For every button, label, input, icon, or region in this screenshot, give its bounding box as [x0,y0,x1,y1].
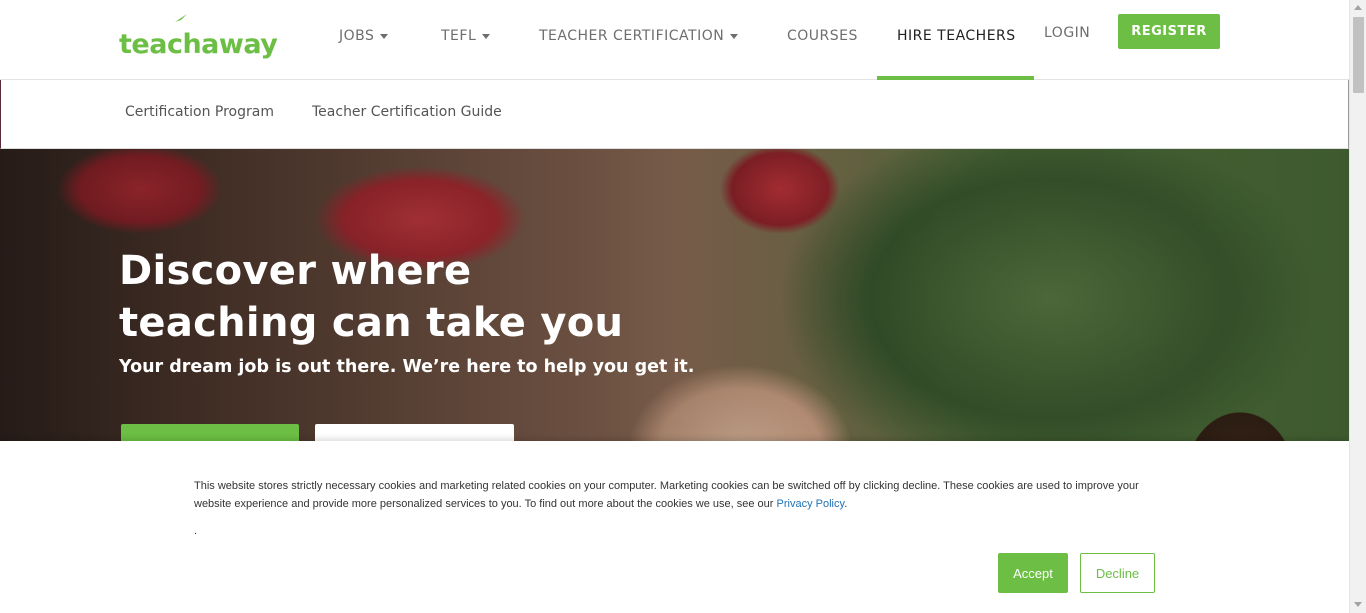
register-button[interactable]: REGISTER [1118,14,1220,49]
nav-item-courses[interactable]: COURSES [787,28,858,44]
nav-item-hire-teachers[interactable]: HIRE TEACHERS [897,28,1016,44]
hero-subtitle: Your dream job is out there. We’re here … [119,357,695,377]
page-scrollbar[interactable] [1349,0,1366,613]
scroll-up-icon[interactable] [1354,5,1362,10]
accept-button[interactable]: Accept [998,553,1068,593]
caret-down-icon [730,33,739,39]
nav-label: JOBS [339,28,375,44]
scrollbar-thumb[interactable] [1353,17,1364,93]
logo-text: teachaway [119,29,278,60]
subnav-item-certification-guide[interactable]: Teacher Certification Guide [312,104,502,120]
hero-title: Discover where teaching can take you [119,248,624,346]
nav-item-tefl[interactable]: TEFL [441,28,491,44]
nav-label: TEFL [441,28,477,44]
cookie-message-end: . [844,498,848,510]
caret-down-icon [482,33,491,39]
nav-label: HIRE TEACHERS [897,28,1016,44]
scroll-down-icon[interactable] [1354,602,1362,607]
caret-down-icon [380,33,389,39]
cookie-banner: This website stores strictly necessary c… [0,441,1349,613]
teachaway-logo[interactable]: teachaway [119,14,278,60]
subnav-item-certification-program[interactable]: Certification Program [125,104,274,120]
nav-label: TEACHER CERTIFICATION [539,28,725,44]
top-navigation: teachaway JOBS TEFL TEACHER CERTIFICATIO… [0,0,1349,80]
sub-navigation: Certification Program Teacher Certificat… [0,80,1349,149]
nav-label: COURSES [787,28,858,44]
cookie-extra-text: . [194,525,198,537]
cookie-message-text: This website stores strictly necessary c… [194,480,1139,510]
privacy-policy-link[interactable]: Privacy Policy [777,498,845,510]
decline-button[interactable]: Decline [1080,553,1155,593]
nav-item-jobs[interactable]: JOBS [339,28,389,44]
nav-item-teacher-certification[interactable]: TEACHER CERTIFICATION [539,28,739,44]
login-link[interactable]: LOGIN [1044,25,1090,41]
leaf-icon [175,14,187,22]
hero-banner: Discover where teaching can take you You… [0,149,1349,443]
cookie-message: This website stores strictly necessary c… [194,477,1164,513]
